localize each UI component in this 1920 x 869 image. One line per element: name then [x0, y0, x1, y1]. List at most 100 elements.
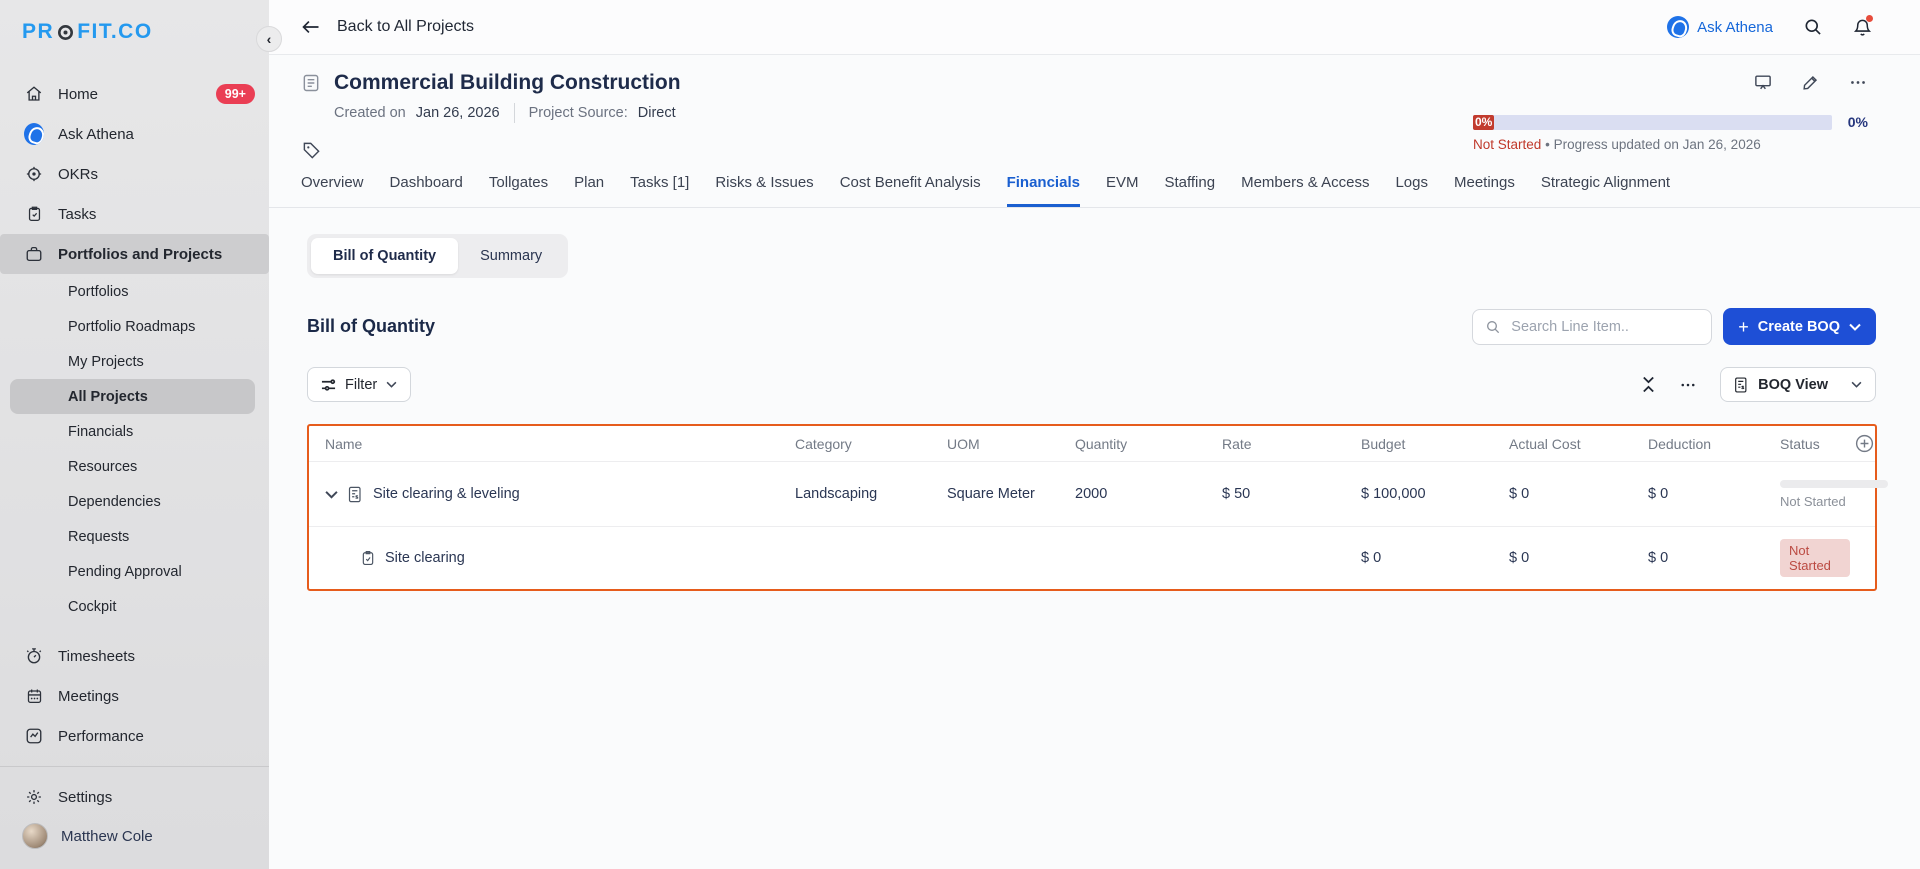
sidebar-item-ask-athena[interactable]: Ask Athena — [0, 114, 269, 154]
ask-athena-label: Ask Athena — [1697, 19, 1773, 36]
sidebar-item-portfolios-and-projects[interactable]: Portfolios and Projects — [0, 234, 269, 274]
sidebar-subitem-label: Resources — [68, 459, 137, 475]
sidebar-item-label: Ask Athena — [58, 126, 134, 143]
cell-category: Landscaping — [779, 486, 931, 502]
notifications-bell-icon[interactable] — [1853, 17, 1872, 38]
athena-icon — [24, 123, 44, 145]
cell-status: Not Started — [1764, 480, 1850, 509]
ask-athena-link[interactable]: Ask Athena — [1667, 16, 1773, 38]
table-row-boq-item[interactable]: Site clearing & leveling Landscaping Squ… — [309, 462, 1875, 527]
tab-staffing[interactable]: Staffing — [1164, 174, 1215, 207]
sidebar-subitem-portfolios[interactable]: Portfolios — [10, 274, 255, 309]
target-logo-icon — [56, 23, 75, 42]
tab-strategic-alignment[interactable]: Strategic Alignment — [1541, 174, 1670, 207]
sidebar-subitem-all-projects[interactable]: All Projects — [10, 379, 255, 414]
sidebar-item-timesheets[interactable]: Timesheets — [0, 636, 269, 676]
column-header-status: Status — [1764, 436, 1850, 452]
sidebar-subitem-pending-approval[interactable]: Pending Approval — [10, 554, 255, 589]
tab-risks-issues[interactable]: Risks & Issues — [715, 174, 813, 207]
profit-co-logo[interactable]: PR FIT.CO — [0, 0, 269, 58]
filter-icon — [321, 379, 336, 391]
project-progress-panel: 0% 0% Not Started • Progress updated on … — [1473, 71, 1868, 160]
sidebar-item-okrs[interactable]: OKRs — [0, 154, 269, 194]
sidebar-item-home[interactable]: Home 99+ — [0, 74, 269, 114]
search-line-item-input[interactable] — [1511, 319, 1699, 335]
cell-actual-cost: $ 0 — [1493, 486, 1632, 502]
sidebar-subitem-portfolio-roadmaps[interactable]: Portfolio Roadmaps — [10, 309, 255, 344]
user-profile[interactable]: Matthew Cole — [0, 817, 269, 861]
sidebar-collapse-button[interactable]: ‹ — [256, 26, 282, 52]
home-notification-badge: 99+ — [216, 84, 255, 104]
add-column-icon[interactable] — [1850, 433, 1879, 454]
sidebar-item-tasks[interactable]: Tasks — [0, 194, 269, 234]
sidebar-item-performance[interactable]: Performance — [0, 716, 269, 756]
create-boq-label: Create BOQ — [1758, 319, 1840, 335]
plus-icon: + — [1738, 318, 1749, 336]
column-header-deduction: Deduction — [1632, 436, 1764, 452]
cell-quantity: 2000 — [1059, 486, 1206, 502]
presentation-icon[interactable] — [1753, 73, 1773, 92]
table-row-task-item[interactable]: Site clearing $ 0 $ 0 $ 0 Not Started — [309, 527, 1875, 589]
table-more-options-icon[interactable] — [1678, 376, 1698, 394]
sidebar-item-meetings[interactable]: Meetings — [0, 676, 269, 716]
tab-dashboard[interactable]: Dashboard — [390, 174, 463, 207]
project-source-value: Direct — [638, 105, 676, 121]
sidebar-subitem-requests[interactable]: Requests — [10, 519, 255, 554]
tag-icon[interactable] — [302, 141, 1473, 160]
tags-row — [301, 141, 1473, 160]
chevron-down-icon — [1849, 323, 1861, 331]
column-header-actual-cost: Actual Cost — [1493, 436, 1632, 452]
sidebar-subitem-cockpit[interactable]: Cockpit — [10, 589, 255, 624]
column-header-name: Name — [309, 436, 779, 452]
collapse-rows-icon[interactable] — [1641, 376, 1656, 393]
column-header-category: Category — [779, 436, 931, 452]
tab-plan[interactable]: Plan — [574, 174, 604, 207]
sidebar-subitem-label: Portfolios — [68, 284, 128, 300]
expand-chevron-icon[interactable] — [325, 490, 338, 499]
tab-cost-benefit-analysis[interactable]: Cost Benefit Analysis — [840, 174, 981, 207]
progress-chip: 0% — [1473, 115, 1494, 130]
subtab-bill-of-quantity[interactable]: Bill of Quantity — [311, 238, 458, 274]
sidebar-subitem-dependencies[interactable]: Dependencies — [10, 484, 255, 519]
tab-evm[interactable]: EVM — [1106, 174, 1139, 207]
progress-percent: 0% — [1848, 114, 1868, 130]
sidebar-subitem-label: Financials — [68, 424, 133, 440]
tab-members-access[interactable]: Members & Access — [1241, 174, 1369, 207]
filter-button[interactable]: Filter — [307, 367, 411, 402]
sidebar-subitem-my-projects[interactable]: My Projects — [10, 344, 255, 379]
tab-meetings[interactable]: Meetings — [1454, 174, 1515, 207]
sidebar-divider — [0, 766, 269, 767]
sidebar-item-label: OKRs — [58, 166, 98, 183]
home-icon — [24, 85, 44, 103]
user-name: Matthew Cole — [61, 828, 153, 845]
tab-tollgates[interactable]: Tollgates — [489, 174, 548, 207]
sidebar-nav: Home 99+ Ask Athena OKRs Tasks Portfolio… — [0, 74, 269, 756]
column-header-uom: UOM — [931, 436, 1059, 452]
tab-logs[interactable]: Logs — [1395, 174, 1428, 207]
subtab-summary[interactable]: Summary — [458, 238, 564, 274]
logo-text-pre: PR — [22, 20, 54, 44]
edit-pencil-icon[interactable] — [1801, 73, 1820, 92]
task-item-name[interactable]: Site clearing — [385, 550, 465, 566]
sidebar-item-settings[interactable]: Settings — [0, 777, 269, 817]
boq-view-button[interactable]: BOQ View — [1720, 367, 1876, 402]
create-boq-button[interactable]: + Create BOQ — [1723, 308, 1876, 345]
tab-overview[interactable]: Overview — [301, 174, 364, 207]
search-icon[interactable] — [1803, 17, 1823, 37]
boq-item-name[interactable]: Site clearing & leveling — [373, 486, 520, 502]
more-options-icon[interactable] — [1848, 73, 1868, 92]
chevron-down-icon — [386, 381, 397, 388]
tab-tasks[interactable]: Tasks [1] — [630, 174, 689, 207]
tab-financials[interactable]: Financials — [1007, 174, 1080, 207]
sidebar-subitem-resources[interactable]: Resources — [10, 449, 255, 484]
sidebar-subitem-financials[interactable]: Financials — [10, 414, 255, 449]
task-clipboard-icon — [361, 550, 375, 566]
back-to-all-projects-link[interactable]: Back to All Projects — [301, 18, 474, 36]
sidebar-subitem-label: Portfolio Roadmaps — [68, 319, 195, 335]
sidebar-subitem-label: Pending Approval — [68, 564, 182, 580]
boq-document-icon — [348, 486, 363, 503]
column-header-rate: Rate — [1206, 436, 1345, 452]
cell-budget: $ 100,000 — [1345, 486, 1493, 502]
project-meta: Created on Jan 26, 2026 Project Source: … — [301, 103, 1473, 123]
sidebar-item-label: Portfolios and Projects — [58, 246, 222, 263]
